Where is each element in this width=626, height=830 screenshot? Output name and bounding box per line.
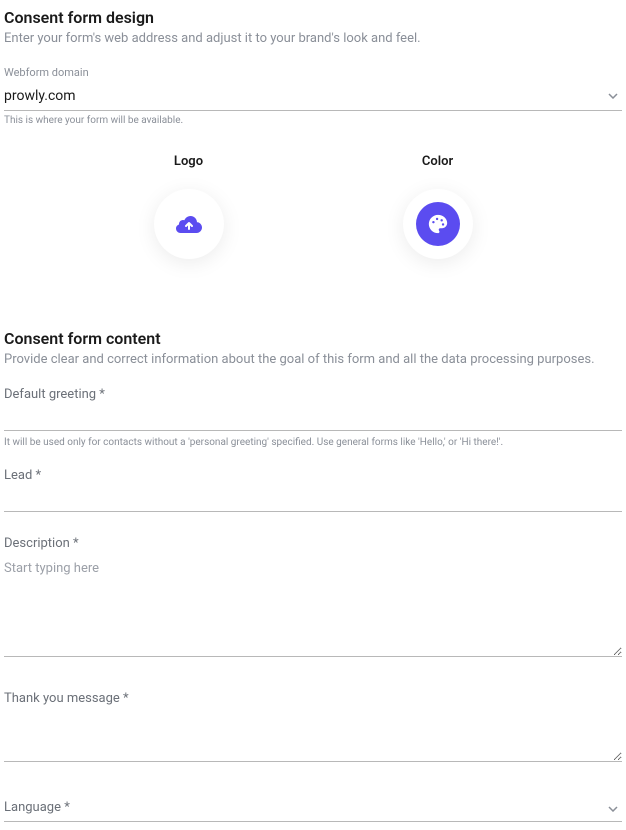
greeting-label: Default greeting * — [4, 387, 622, 402]
cloud-upload-icon — [175, 214, 203, 234]
greeting-input[interactable] — [4, 402, 622, 431]
design-section: Consent form design Enter your form's we… — [4, 8, 622, 319]
description-field-block: Description * — [4, 536, 622, 661]
logo-option: Logo — [154, 154, 224, 259]
domain-value: prowly.com — [4, 88, 76, 104]
color-picker-button[interactable] — [403, 189, 473, 259]
content-section: Consent form content Provide clear and c… — [4, 329, 622, 822]
design-subtitle: Enter your form's web address and adjust… — [4, 31, 622, 46]
logo-label: Logo — [154, 154, 224, 169]
content-title: Consent form content — [4, 329, 622, 348]
domain-select[interactable]: prowly.com — [4, 81, 622, 111]
color-swatch — [416, 202, 460, 246]
thankyou-field-block: Thank you message * — [4, 691, 622, 766]
design-options: Logo Color — [4, 144, 622, 319]
thankyou-textarea[interactable] — [4, 712, 622, 762]
chevron-down-icon — [608, 93, 618, 99]
domain-helper: This is where your form will be availabl… — [4, 115, 622, 126]
domain-label: Webform domain — [4, 66, 622, 79]
color-label: Color — [403, 154, 473, 169]
logo-upload-button[interactable] — [154, 189, 224, 259]
palette-icon — [427, 213, 449, 235]
description-textarea[interactable] — [4, 557, 622, 657]
design-title: Consent form design — [4, 8, 622, 27]
lead-field-block: Lead * — [4, 468, 622, 512]
language-field-block: Language * — [4, 796, 622, 822]
lead-label: Lead * — [4, 468, 622, 483]
chevron-down-icon — [608, 806, 618, 812]
color-option: Color — [403, 154, 473, 259]
description-label: Description * — [4, 536, 622, 551]
language-select[interactable]: Language * — [4, 796, 622, 822]
content-subtitle: Provide clear and correct information ab… — [4, 352, 622, 367]
greeting-field-block: Default greeting * — [4, 387, 622, 431]
thankyou-label: Thank you message * — [4, 691, 622, 706]
greeting-helper: It will be used only for contacts withou… — [4, 437, 622, 448]
language-label: Language * — [4, 800, 622, 815]
lead-input[interactable] — [4, 483, 622, 512]
